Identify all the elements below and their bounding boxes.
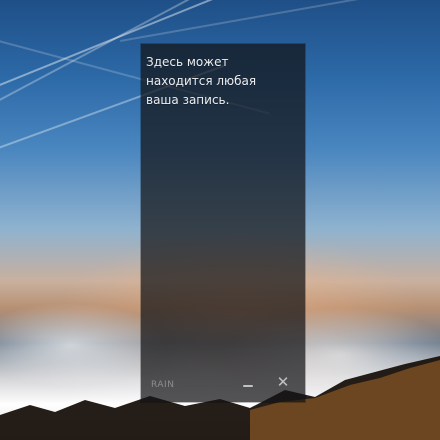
note-brand-label: RAIN <box>151 380 175 390</box>
desktop-wallpaper: Здесь может находится любая ваша запись.… <box>0 0 440 440</box>
note-footer: RAIN ✕ <box>141 362 305 402</box>
sticky-note-widget[interactable]: Здесь может находится любая ваша запись.… <box>141 44 305 402</box>
contrail-streak <box>119 0 396 42</box>
note-text[interactable]: Здесь может находится любая ваша запись. <box>146 53 296 110</box>
minimize-icon <box>243 385 253 387</box>
close-icon: ✕ <box>276 372 290 391</box>
minimize-button[interactable] <box>239 374 257 392</box>
close-button[interactable]: ✕ <box>274 374 292 392</box>
